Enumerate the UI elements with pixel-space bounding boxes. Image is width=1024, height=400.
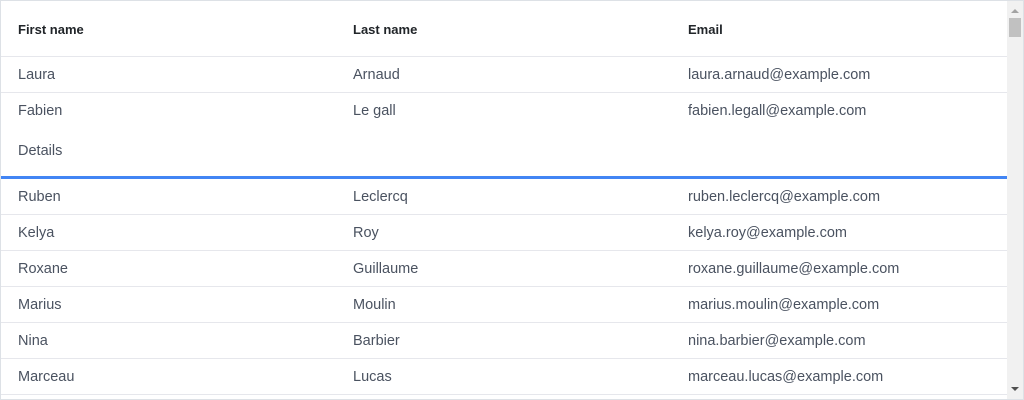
cell-email: ruben.leclercq@example.com bbox=[688, 189, 881, 205]
column-header-email[interactable]: Email bbox=[688, 1, 723, 59]
grid-body: First name Last name Email Laura Arnaud la… bbox=[1, 1, 1007, 395]
cell-email: marius.moulin@example.com bbox=[688, 297, 880, 313]
table-row[interactable]: Kelya Roy kelya.roy@example.com bbox=[1, 215, 1007, 251]
scroll-down-arrow-icon[interactable] bbox=[1011, 387, 1019, 391]
header-row: First name Last name Email bbox=[1, 1, 1007, 57]
table-row[interactable]: Roxane Guillaume roxane.guillaume@example.… bbox=[1, 251, 1007, 287]
cell-last-name: Guillaume bbox=[353, 261, 419, 277]
cell-first-name: Kelya bbox=[18, 225, 55, 241]
cell-first-name: Roxane bbox=[18, 261, 68, 277]
scroll-up-arrow-icon[interactable] bbox=[1011, 9, 1019, 13]
table-row[interactable]: Marius Moulin marius.moulin@example.com bbox=[1, 287, 1007, 323]
cell-last-name: Arnaud bbox=[353, 67, 400, 83]
cell-email: roxane.guillaume@example.com bbox=[688, 261, 900, 277]
data-grid: First name Last name Email Laura Arnaud la… bbox=[0, 0, 1024, 400]
cell-first-name: Fabien bbox=[18, 103, 63, 119]
cell-first-name: Marceau bbox=[18, 369, 75, 385]
cell-last-name: Leclercq bbox=[353, 189, 408, 205]
scrollbar-thumb[interactable] bbox=[1009, 18, 1021, 37]
cell-last-name: Lucas bbox=[353, 369, 392, 385]
table-row[interactable]: Fabien Le gall fabien.legall@example.com De… bbox=[1, 93, 1007, 179]
cell-last-name: Le gall bbox=[353, 103, 396, 119]
cell-email: fabien.legall@example.com bbox=[688, 103, 867, 119]
cell-first-name: Marius bbox=[18, 297, 62, 313]
table-row[interactable]: Ruben Leclercq ruben.leclercq@example.com bbox=[1, 179, 1007, 215]
cell-last-name: Roy bbox=[353, 225, 379, 241]
cell-email: nina.barbier@example.com bbox=[688, 333, 866, 349]
column-header-last-name[interactable]: Last name bbox=[353, 1, 417, 59]
cell-last-name: Barbier bbox=[353, 333, 400, 349]
cell-email: marceau.lucas@example.com bbox=[688, 369, 884, 385]
vertical-scrollbar[interactable] bbox=[1007, 1, 1023, 399]
cell-last-name: Moulin bbox=[353, 297, 396, 313]
table-row[interactable]: Marceau Lucas marceau.lucas@example.com bbox=[1, 359, 1007, 395]
cell-email: kelya.roy@example.com bbox=[688, 225, 847, 241]
table-row[interactable]: Nina Barbier nina.barbier@example.com bbox=[1, 323, 1007, 359]
cell-first-name: Nina bbox=[18, 333, 48, 349]
cell-first-name: Ruben bbox=[18, 189, 61, 205]
table-row[interactable]: Laura Arnaud laura.arnaud@example.com bbox=[1, 57, 1007, 93]
column-header-first-name[interactable]: First name bbox=[18, 1, 84, 59]
cell-email: laura.arnaud@example.com bbox=[688, 67, 871, 83]
row-details: Details bbox=[18, 143, 63, 159]
cell-first-name: Laura bbox=[18, 67, 56, 83]
